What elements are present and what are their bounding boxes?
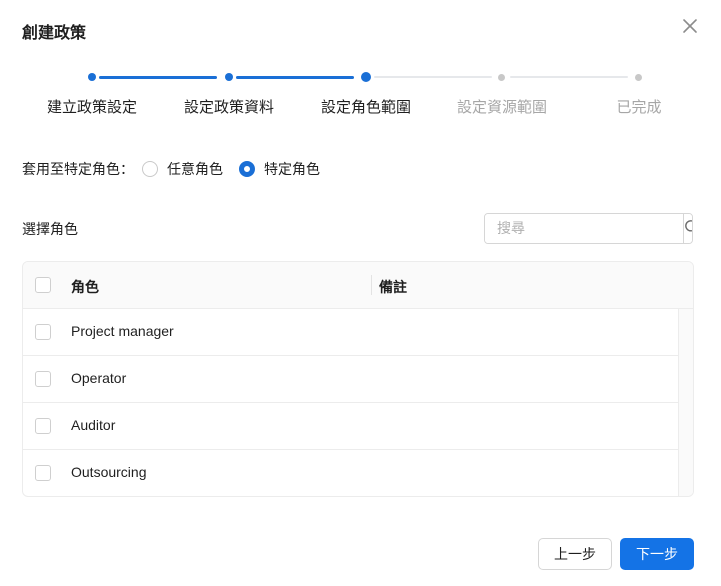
role-scope-label: 套用至特定角色：	[22, 162, 134, 178]
dialog-title: 創建政策	[22, 23, 87, 42]
table-row[interactable]: Project manager	[23, 309, 678, 356]
step-label-policy-data: 設定政策資料	[183, 98, 275, 116]
role-cell: Operator	[71, 370, 127, 386]
row-checkbox[interactable]	[35, 371, 51, 387]
radio-any-role[interactable]: 任意角色	[142, 159, 223, 179]
step-dot-4	[498, 73, 505, 81]
table-body: Project manager Operator Auditor Outsour…	[23, 309, 678, 496]
radio-specific-role-circle[interactable]	[239, 161, 255, 177]
step-connector-4	[510, 76, 628, 78]
role-scope-radio-group: 套用至特定角色： 任意角色 特定角色	[22, 159, 320, 179]
create-policy-dialog: 創建政策 建立政策設定 設定政策資料 設定角色範圍 設定資源範圍 已完成 套用至…	[0, 0, 721, 586]
column-header-note: 備註	[379, 280, 407, 296]
role-cell: Outsourcing	[71, 464, 147, 480]
table-header: 角色 備註	[23, 262, 693, 309]
role-cell: Auditor	[71, 417, 116, 433]
step-connector-1	[99, 75, 217, 79]
step-dot-3	[361, 72, 371, 82]
role-table: 角色 備註 Project manager Operator Auditor O…	[22, 261, 694, 497]
select-role-label: 選擇角色	[22, 222, 78, 238]
radio-specific-role[interactable]: 特定角色	[239, 159, 320, 179]
row-checkbox[interactable]	[35, 418, 51, 434]
step-label-resource-scope: 設定資源範圍	[456, 98, 548, 116]
radio-specific-role-label: 特定角色	[264, 162, 320, 178]
role-search-input[interactable]	[485, 214, 683, 243]
step-label-create-settings: 建立政策設定	[46, 98, 138, 116]
column-header-role: 角色	[71, 280, 99, 296]
step-label-role-scope: 設定角色範圍	[320, 98, 412, 116]
search-icon	[684, 219, 692, 239]
step-connector-2	[236, 75, 354, 79]
step-dot-5	[635, 73, 642, 81]
row-checkbox[interactable]	[35, 324, 51, 340]
table-scrollbar[interactable]	[678, 309, 693, 496]
table-row[interactable]: Auditor	[23, 403, 678, 450]
step-dot-2	[225, 73, 233, 81]
column-divider	[371, 275, 372, 295]
role-cell: Project manager	[71, 323, 174, 339]
close-icon[interactable]	[680, 16, 700, 36]
step-dot-1	[88, 73, 96, 81]
radio-any-role-label: 任意角色	[167, 162, 223, 178]
search-button[interactable]	[683, 214, 692, 243]
previous-step-button[interactable]: 上一步	[538, 538, 612, 570]
row-checkbox[interactable]	[35, 465, 51, 481]
step-connector-3	[374, 76, 492, 78]
table-row[interactable]: Outsourcing	[23, 450, 678, 496]
next-step-button[interactable]: 下一步	[620, 538, 694, 570]
radio-any-role-circle[interactable]	[142, 161, 158, 177]
select-all-checkbox[interactable]	[35, 277, 51, 293]
step-label-completed: 已完成	[616, 98, 662, 116]
role-search-box	[484, 213, 693, 244]
table-row[interactable]: Operator	[23, 356, 678, 403]
